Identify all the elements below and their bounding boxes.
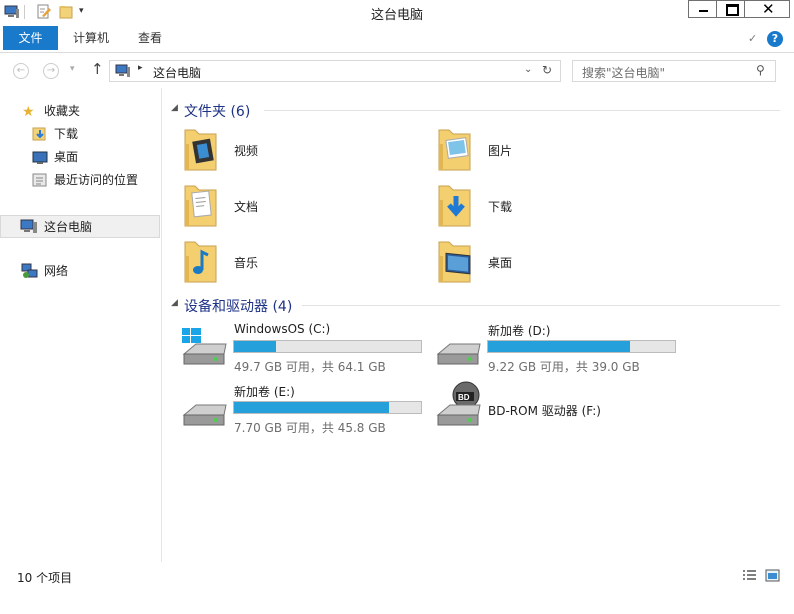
video-folder-icon <box>180 124 220 177</box>
divider <box>302 305 780 306</box>
star-icon: ★ <box>22 104 35 120</box>
forward-button[interactable]: → <box>43 63 59 79</box>
details-view-icon[interactable] <box>742 569 757 585</box>
close-icon: ✕ <box>762 0 775 18</box>
window-title: 这台电脑 <box>370 8 423 23</box>
minimize-button[interactable] <box>688 0 717 18</box>
drive-item-f[interactable]: BD BD-ROM 驱动器 (F:) <box>434 381 678 437</box>
drive-item-e[interactable]: 新加卷 (E:) 7.70 GB 可用，共 45.8 GB <box>180 381 424 437</box>
navigation-bar: ← → ▾ ↑ ▸ 这台电脑 ⌄ ↻ 搜索"这台电脑" ⚲ <box>0 57 794 87</box>
folder-label: 桌面 <box>488 256 513 270</box>
address-bar[interactable]: ▸ 这台电脑 ⌄ ↻ <box>109 60 561 82</box>
folder-item-pictures[interactable]: 图片 <box>434 124 674 176</box>
recent-places-icon <box>32 172 48 195</box>
recent-locations-chevron-icon[interactable]: ▾ <box>70 64 75 74</box>
title-bar: ▾ 这台电脑 ✕ <box>0 0 794 24</box>
nav-item-this-pc[interactable]: 这台电脑 <box>0 215 160 238</box>
drive-label: 新加卷 (D:) <box>488 324 551 338</box>
computer-icon <box>115 64 131 81</box>
breadcrumb-this-pc[interactable]: 这台电脑 <box>153 64 201 81</box>
search-input-placeholder: 搜索"这台电脑" <box>582 66 666 80</box>
tab-view[interactable]: 查看 <box>124 26 176 50</box>
drive-usage-fill <box>488 341 631 352</box>
drive-label: 新加卷 (E:) <box>234 385 295 399</box>
navigation-pane: ★ 收藏夹 下载 桌面 最近访问的位置 这台电脑 网络 <box>0 88 162 562</box>
expand-ribbon-chevron-icon[interactable]: ✓ <box>748 32 757 45</box>
drive-item-c[interactable]: WindowsOS (C:) 49.7 GB 可用，共 64.1 GB <box>180 320 424 376</box>
hard-drive-icon <box>180 389 230 432</box>
music-folder-icon <box>180 236 220 289</box>
maximize-button[interactable] <box>716 0 745 18</box>
drive-usage-text: 9.22 GB 可用，共 39.0 GB <box>488 360 640 374</box>
help-icon[interactable]: ? <box>767 31 783 47</box>
folder-label: 视频 <box>234 144 259 158</box>
search-icon[interactable]: ⚲ <box>756 63 765 77</box>
folder-item-videos[interactable]: 视频 <box>180 124 420 176</box>
folder-item-music[interactable]: 音乐 <box>180 236 420 288</box>
large-icons-view-icon[interactable] <box>765 569 780 585</box>
tab-computer[interactable]: 计算机 <box>62 26 120 50</box>
maximize-icon <box>726 4 739 16</box>
group-header-drives[interactable]: 设备和驱动器 (4) <box>184 296 292 316</box>
nav-item-label: 最近访问的位置 <box>54 173 139 187</box>
close-button[interactable]: ✕ <box>744 0 790 18</box>
collapse-group-icon[interactable]: ◢ <box>171 298 178 308</box>
address-dropdown-chevron-icon[interactable]: ⌄ <box>524 64 532 75</box>
folder-item-documents[interactable]: 文档 <box>180 180 420 232</box>
drive-usage-bar <box>233 340 422 353</box>
search-box[interactable]: 搜索"这台电脑" ⚲ <box>572 60 776 82</box>
divider <box>264 110 780 111</box>
nav-favorites[interactable]: ★ 收藏夹 <box>0 100 160 122</box>
tab-file[interactable]: 文件 <box>3 26 58 50</box>
nav-item-label: 下载 <box>54 127 79 141</box>
downloads-folder-icon <box>434 180 474 233</box>
drive-usage-fill <box>234 341 277 352</box>
nav-favorites-label: 收藏夹 <box>44 104 81 118</box>
computer-icon <box>20 219 38 241</box>
drive-usage-bar <box>487 340 676 353</box>
windows-drive-icon <box>180 328 230 371</box>
svg-text:BD: BD <box>458 393 470 402</box>
folder-label: 图片 <box>488 144 513 158</box>
window-bottom-edge <box>0 588 794 614</box>
nav-item-desktop[interactable]: 桌面 <box>0 146 160 168</box>
nav-item-recent-places[interactable]: 最近访问的位置 <box>0 169 160 191</box>
desktop-folder-icon <box>434 236 474 289</box>
folder-label: 音乐 <box>234 256 259 270</box>
collapse-group-icon[interactable]: ◢ <box>171 103 178 113</box>
drive-item-d[interactable]: 新加卷 (D:) 9.22 GB 可用，共 39.0 GB <box>434 320 678 376</box>
nav-item-label: 网络 <box>44 264 69 278</box>
refresh-icon[interactable]: ↻ <box>542 63 552 77</box>
folder-item-desktop[interactable]: 桌面 <box>434 236 674 288</box>
minimize-icon <box>699 10 708 12</box>
ribbon-tabs: 文件 计算机 查看 ✓ ? <box>0 26 794 53</box>
drive-usage-fill <box>234 402 390 413</box>
back-button[interactable]: ← <box>13 63 29 79</box>
breadcrumb-arrow-icon[interactable]: ▸ <box>138 63 143 73</box>
documents-folder-icon <box>180 180 220 233</box>
folder-label: 文档 <box>234 200 259 214</box>
up-button[interactable]: ↑ <box>91 60 104 78</box>
nav-item-network[interactable]: 网络 <box>0 260 160 282</box>
status-bar: 10 个项目 <box>0 564 794 588</box>
bd-rom-drive-icon: BD <box>434 381 484 432</box>
network-icon <box>21 263 39 286</box>
nav-item-downloads[interactable]: 下载 <box>0 123 160 145</box>
drive-usage-text: 49.7 GB 可用，共 64.1 GB <box>234 360 386 374</box>
nav-item-label: 桌面 <box>54 150 79 164</box>
pictures-folder-icon <box>434 124 474 177</box>
drive-usage-bar <box>233 401 422 414</box>
folder-label: 下载 <box>488 200 513 214</box>
item-count: 10 个项目 <box>17 571 73 585</box>
folder-item-downloads[interactable]: 下载 <box>434 180 674 232</box>
drive-label: BD-ROM 驱动器 (F:) <box>488 404 601 418</box>
drive-label: WindowsOS (C:) <box>234 322 331 336</box>
content-pane: ◢ 文件夹 (6) 视频 图片 文档 下载 音乐 桌面 ◢ 设备和驱动器 (4)… <box>162 88 794 562</box>
drive-usage-text: 7.70 GB 可用，共 45.8 GB <box>234 421 386 435</box>
nav-item-label: 这台电脑 <box>44 220 93 234</box>
group-header-folders[interactable]: 文件夹 (6) <box>184 101 250 121</box>
hard-drive-icon <box>434 328 484 371</box>
